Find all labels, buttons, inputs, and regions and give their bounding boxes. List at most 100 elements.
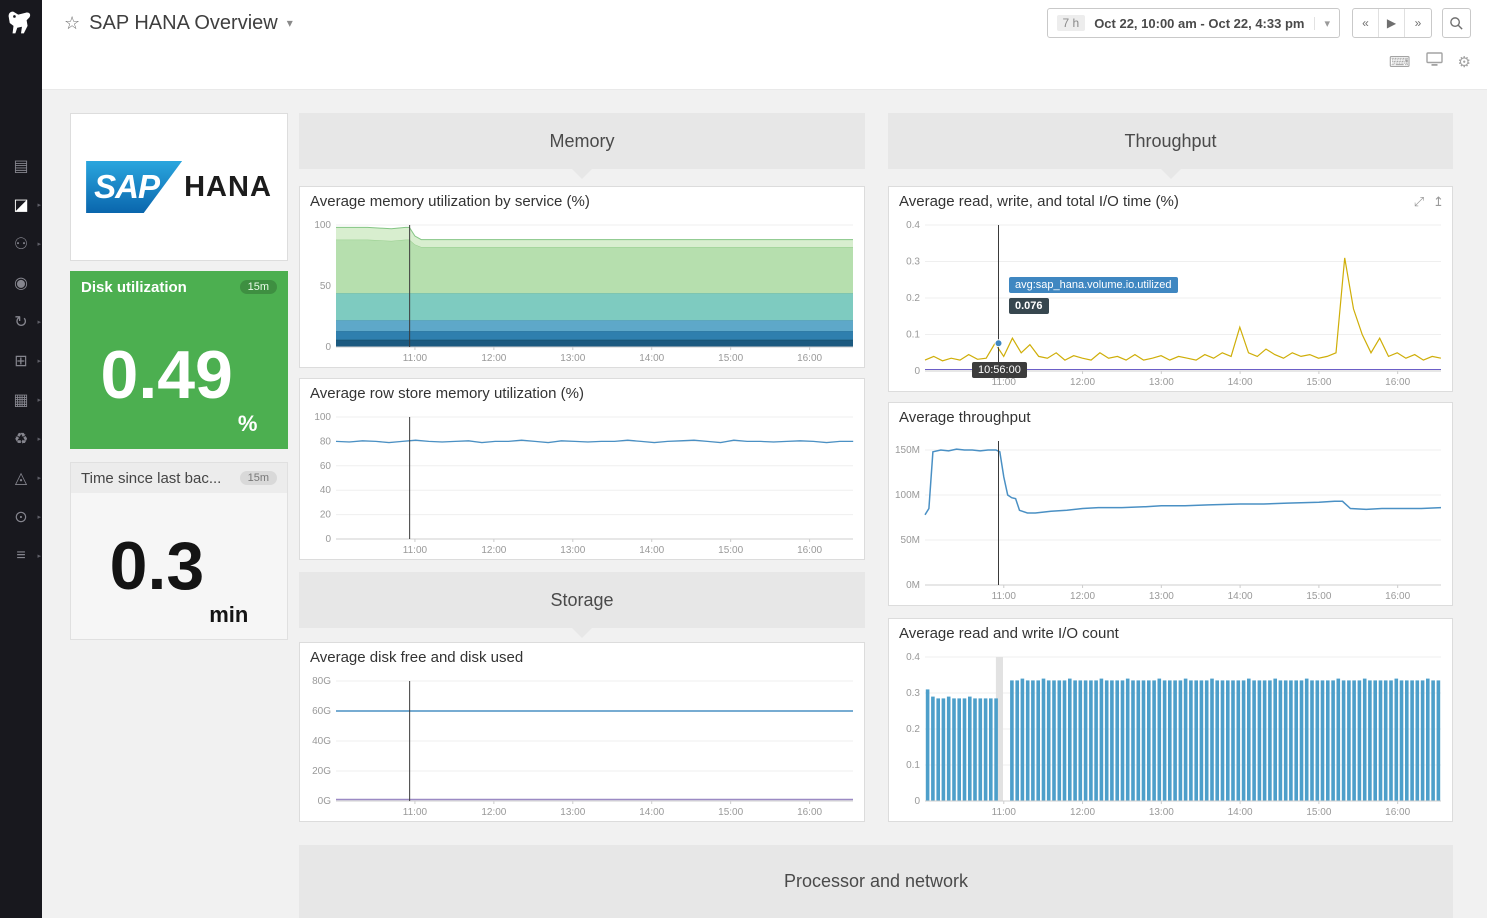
svg-text:15:00: 15:00 xyxy=(1306,591,1331,602)
svg-text:14:00: 14:00 xyxy=(639,353,664,364)
svg-text:0.1: 0.1 xyxy=(906,330,920,341)
svg-text:20: 20 xyxy=(320,510,332,521)
keyboard-shortcuts-icon[interactable]: ⌨ xyxy=(1389,53,1411,71)
sidebar-item-monitors[interactable]: ↻▸ xyxy=(0,302,42,341)
svg-text:16:00: 16:00 xyxy=(1385,807,1410,818)
zoom-button[interactable] xyxy=(1442,8,1471,38)
svg-text:14:00: 14:00 xyxy=(1228,807,1253,818)
fullscreen-expand-icon[interactable]: ⤢ xyxy=(1414,187,1424,217)
security-icon: ⊙ xyxy=(14,507,27,527)
svg-text:12:00: 12:00 xyxy=(1070,377,1095,388)
svg-text:100M: 100M xyxy=(895,490,920,501)
widget-io-time: Average read, write, and total I/O time … xyxy=(888,186,1453,392)
section-title-throughput: Throughput xyxy=(1124,131,1216,152)
monitors-icon: ↻ xyxy=(14,312,27,332)
sidebar-item-apm[interactable]: ▦▸ xyxy=(0,380,42,419)
svg-text:50: 50 xyxy=(320,281,332,292)
svg-text:0.3: 0.3 xyxy=(906,688,920,699)
submenu-arrow-icon: ▸ xyxy=(37,357,41,365)
svg-text:13:00: 13:00 xyxy=(1149,591,1174,602)
page-title[interactable]: SAP HANA Overview xyxy=(89,12,278,35)
settings-icon: ≡ xyxy=(16,547,25,565)
sidebar-item-integrations[interactable]: ⊞▸ xyxy=(0,341,42,380)
row-store-chart[interactable]: 02040608010011:0012:0013:0014:0015:0016:… xyxy=(300,409,862,559)
svg-text:11:00: 11:00 xyxy=(992,807,1017,818)
svg-text:15:00: 15:00 xyxy=(718,353,743,364)
widget-title-bar: Average read and write I/O count xyxy=(889,619,1452,649)
time-backward-button[interactable]: « xyxy=(1353,9,1379,37)
widget-title: Average throughput xyxy=(899,409,1031,426)
dashboards-icon: ▤ xyxy=(13,156,28,176)
datadog-logo[interactable] xyxy=(4,6,38,40)
time-range-selector[interactable]: 7 h Oct 22, 10:00 am - Oct 22, 4:33 pm ▾ xyxy=(1047,8,1341,38)
hover-tooltip-value: 0.076 xyxy=(1009,298,1049,314)
svg-text:13:00: 13:00 xyxy=(560,807,585,818)
time-since-backup-value: 0.3 xyxy=(110,532,205,600)
section-banner-storage: Storage xyxy=(299,572,865,628)
widget-title: Average read, write, and total I/O time … xyxy=(899,193,1179,210)
widget-hover-actions: ⤢ ↥ xyxy=(1414,187,1444,217)
svg-text:0.1: 0.1 xyxy=(906,760,920,771)
svg-text:14:00: 14:00 xyxy=(1228,377,1253,388)
svg-text:13:00: 13:00 xyxy=(1149,377,1174,388)
svg-text:15:00: 15:00 xyxy=(1306,807,1331,818)
title-chevron-down-icon[interactable]: ▾ xyxy=(287,16,293,30)
time-duration-chip: 7 h xyxy=(1057,15,1086,31)
widget-title: Average read and write I/O count xyxy=(899,625,1119,642)
svg-text:12:00: 12:00 xyxy=(481,807,506,818)
time-play-button[interactable]: ▶ xyxy=(1379,9,1405,37)
logs-icon: ♻ xyxy=(14,429,28,449)
time-since-backup-header: Time since last bac... 15m xyxy=(71,463,287,493)
svg-text:0.2: 0.2 xyxy=(906,293,920,304)
memory-by-service-chart[interactable]: 05010011:0012:0013:0014:0015:0016:00 xyxy=(300,217,862,367)
hover-tooltip-time: 10:56:00 xyxy=(972,362,1027,378)
svg-text:13:00: 13:00 xyxy=(560,545,585,556)
time-since-backup-card: Time since last bac... 15m 0.3 min xyxy=(70,462,288,640)
widget-title-bar: Average row store memory utilization (%) xyxy=(300,379,864,409)
svg-text:15:00: 15:00 xyxy=(1306,377,1331,388)
disk-utilization-value: 0.49 xyxy=(101,341,233,409)
apm-icon: ▦ xyxy=(13,390,28,410)
svg-text:16:00: 16:00 xyxy=(1385,377,1410,388)
disk-free-used-chart-area: 0G20G40G60G80G11:0012:0013:0014:0015:001… xyxy=(300,673,864,826)
widget-title-bar: Average read, write, and total I/O time … xyxy=(889,187,1452,217)
sap-hana-logo-card: SAP HANA xyxy=(70,113,288,261)
hover-tooltip-metric-label: avg:sap_hana.volume.io.utilized xyxy=(1009,277,1178,293)
svg-text:40: 40 xyxy=(320,485,332,496)
svg-text:16:00: 16:00 xyxy=(797,807,822,818)
monitor-icon xyxy=(1426,52,1443,67)
svg-text:0.3: 0.3 xyxy=(906,257,920,268)
disk-utilization-unit: % xyxy=(238,411,258,448)
sidebar-item-synthetics[interactable]: ◬▸ xyxy=(0,458,42,497)
widget-io-count: Average read and write I/O count 00.10.2… xyxy=(888,618,1453,822)
favorite-star-icon[interactable]: ☆ xyxy=(64,13,80,34)
time-since-backup-unit: min xyxy=(209,602,248,639)
svg-text:12:00: 12:00 xyxy=(481,353,506,364)
svg-text:16:00: 16:00 xyxy=(797,353,822,364)
submenu-arrow-icon: ▸ xyxy=(37,240,41,248)
throughput-chart[interactable]: 0M50M100M150M11:0012:0013:0014:0015:0016… xyxy=(889,433,1450,605)
submenu-arrow-icon: ▸ xyxy=(37,396,41,404)
export-share-icon[interactable]: ↥ xyxy=(1433,187,1444,217)
svg-text:0: 0 xyxy=(325,534,331,545)
widget-title-bar: Average disk free and disk used xyxy=(300,643,864,673)
svg-text:11:00: 11:00 xyxy=(403,353,428,364)
sidebar-item-security[interactable]: ⊙▸ xyxy=(0,497,42,536)
sidebar-item-dashboards[interactable]: ▤ xyxy=(0,146,42,185)
settings-gear-icon[interactable]: ⚙ xyxy=(1458,53,1471,71)
sidebar-item-metrics[interactable]: ◪▸ xyxy=(0,185,42,224)
sidebar-item-infrastructure[interactable]: ⚇▸ xyxy=(0,224,42,263)
sidebar-item-events[interactable]: ◉ xyxy=(0,263,42,302)
magnifier-icon xyxy=(1449,16,1464,31)
tv-mode-icon[interactable] xyxy=(1426,52,1443,71)
disk-free-used-chart[interactable]: 0G20G40G60G80G11:0012:0013:0014:0015:001… xyxy=(300,673,862,821)
svg-text:16:00: 16:00 xyxy=(1385,591,1410,602)
sidebar-item-settings[interactable]: ≡▸ xyxy=(0,536,42,575)
io-count-chart[interactable]: 00.10.20.30.411:0012:0013:0014:0015:0016… xyxy=(889,649,1450,821)
widget-disk-free-used: Average disk free and disk used 0G20G40G… xyxy=(299,642,865,822)
sidebar-item-logs[interactable]: ♻▸ xyxy=(0,419,42,458)
time-forward-button[interactable]: » xyxy=(1405,9,1431,37)
submenu-arrow-icon: ▸ xyxy=(37,318,41,326)
svg-text:14:00: 14:00 xyxy=(639,545,664,556)
datadog-dog-icon xyxy=(6,8,36,38)
